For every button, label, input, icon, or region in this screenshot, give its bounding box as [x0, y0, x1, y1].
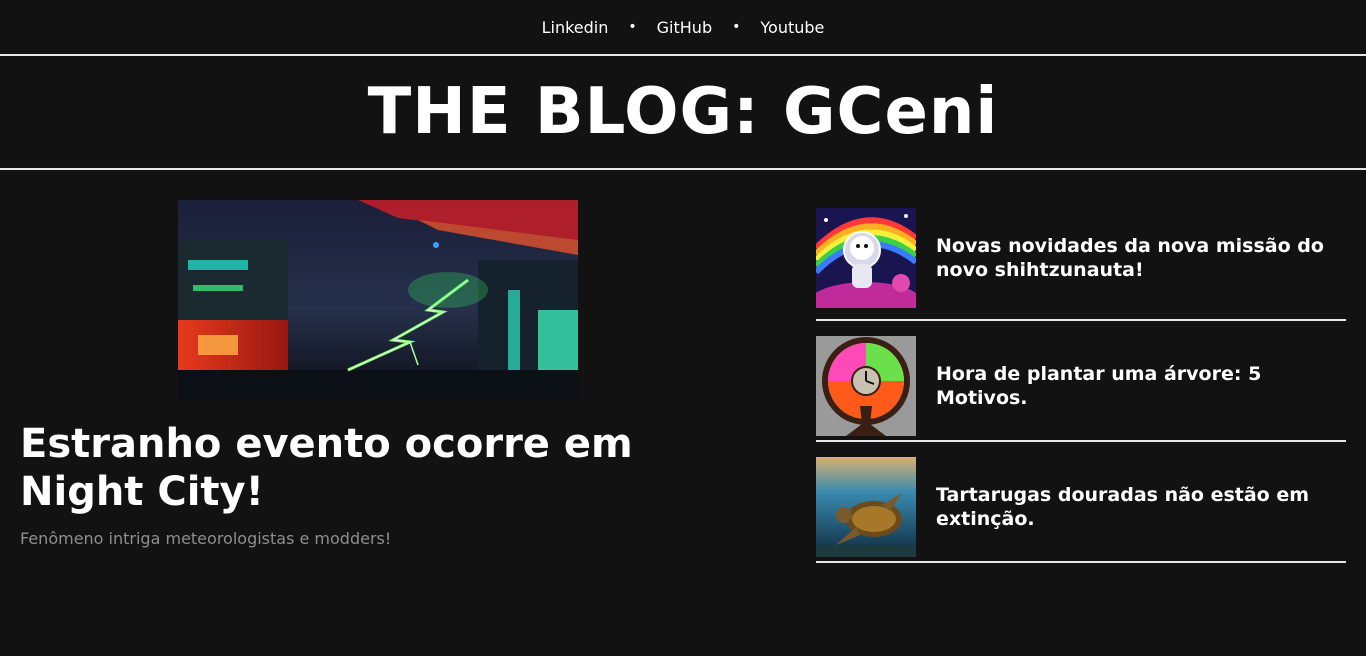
nav-separator: •	[628, 19, 637, 35]
side-post-title[interactable]: Hora de plantar uma árvore: 5 Motivos.	[936, 362, 1346, 410]
side-post-list: Novas novidades da nova missão do novo s…	[816, 200, 1346, 563]
main-content: Estranho evento ocorre em Night City! Fe…	[0, 170, 1366, 656]
side-post-item[interactable]: Hora de plantar uma árvore: 5 Motivos.	[816, 321, 1346, 442]
featured-post-subtitle: Fenômeno intriga meteorologistas e modde…	[20, 529, 392, 548]
nav-link-youtube[interactable]: Youtube	[760, 18, 824, 37]
blog-header: THE BLOG: GCeni	[0, 56, 1366, 170]
nav-separator: •	[732, 19, 741, 35]
side-post-item[interactable]: Novas novidades da nova missão do novo s…	[816, 200, 1346, 321]
astronaut-dog-image[interactable]	[816, 207, 916, 308]
side-post-title[interactable]: Tartarugas douradas não estão em extinçã…	[936, 483, 1346, 531]
nav-link-linkedin[interactable]: Linkedin	[542, 18, 609, 37]
tree-clock-image[interactable]	[816, 336, 916, 436]
side-post-title[interactable]: Novas novidades da nova missão do novo s…	[936, 234, 1346, 282]
nav-link-github[interactable]: GitHub	[657, 18, 712, 37]
cyberpunk-lightning-image[interactable]	[178, 200, 578, 400]
side-post-item[interactable]: Tartarugas douradas não estão em extinçã…	[816, 442, 1346, 563]
top-navigation: Linkedin • GitHub • Youtube	[0, 0, 1366, 56]
blog-title: THE BLOG: GCeni	[367, 75, 999, 149]
sea-turtle-image[interactable]	[816, 457, 916, 557]
featured-post-title[interactable]: Estranho evento ocorre em Night City!	[20, 420, 720, 516]
